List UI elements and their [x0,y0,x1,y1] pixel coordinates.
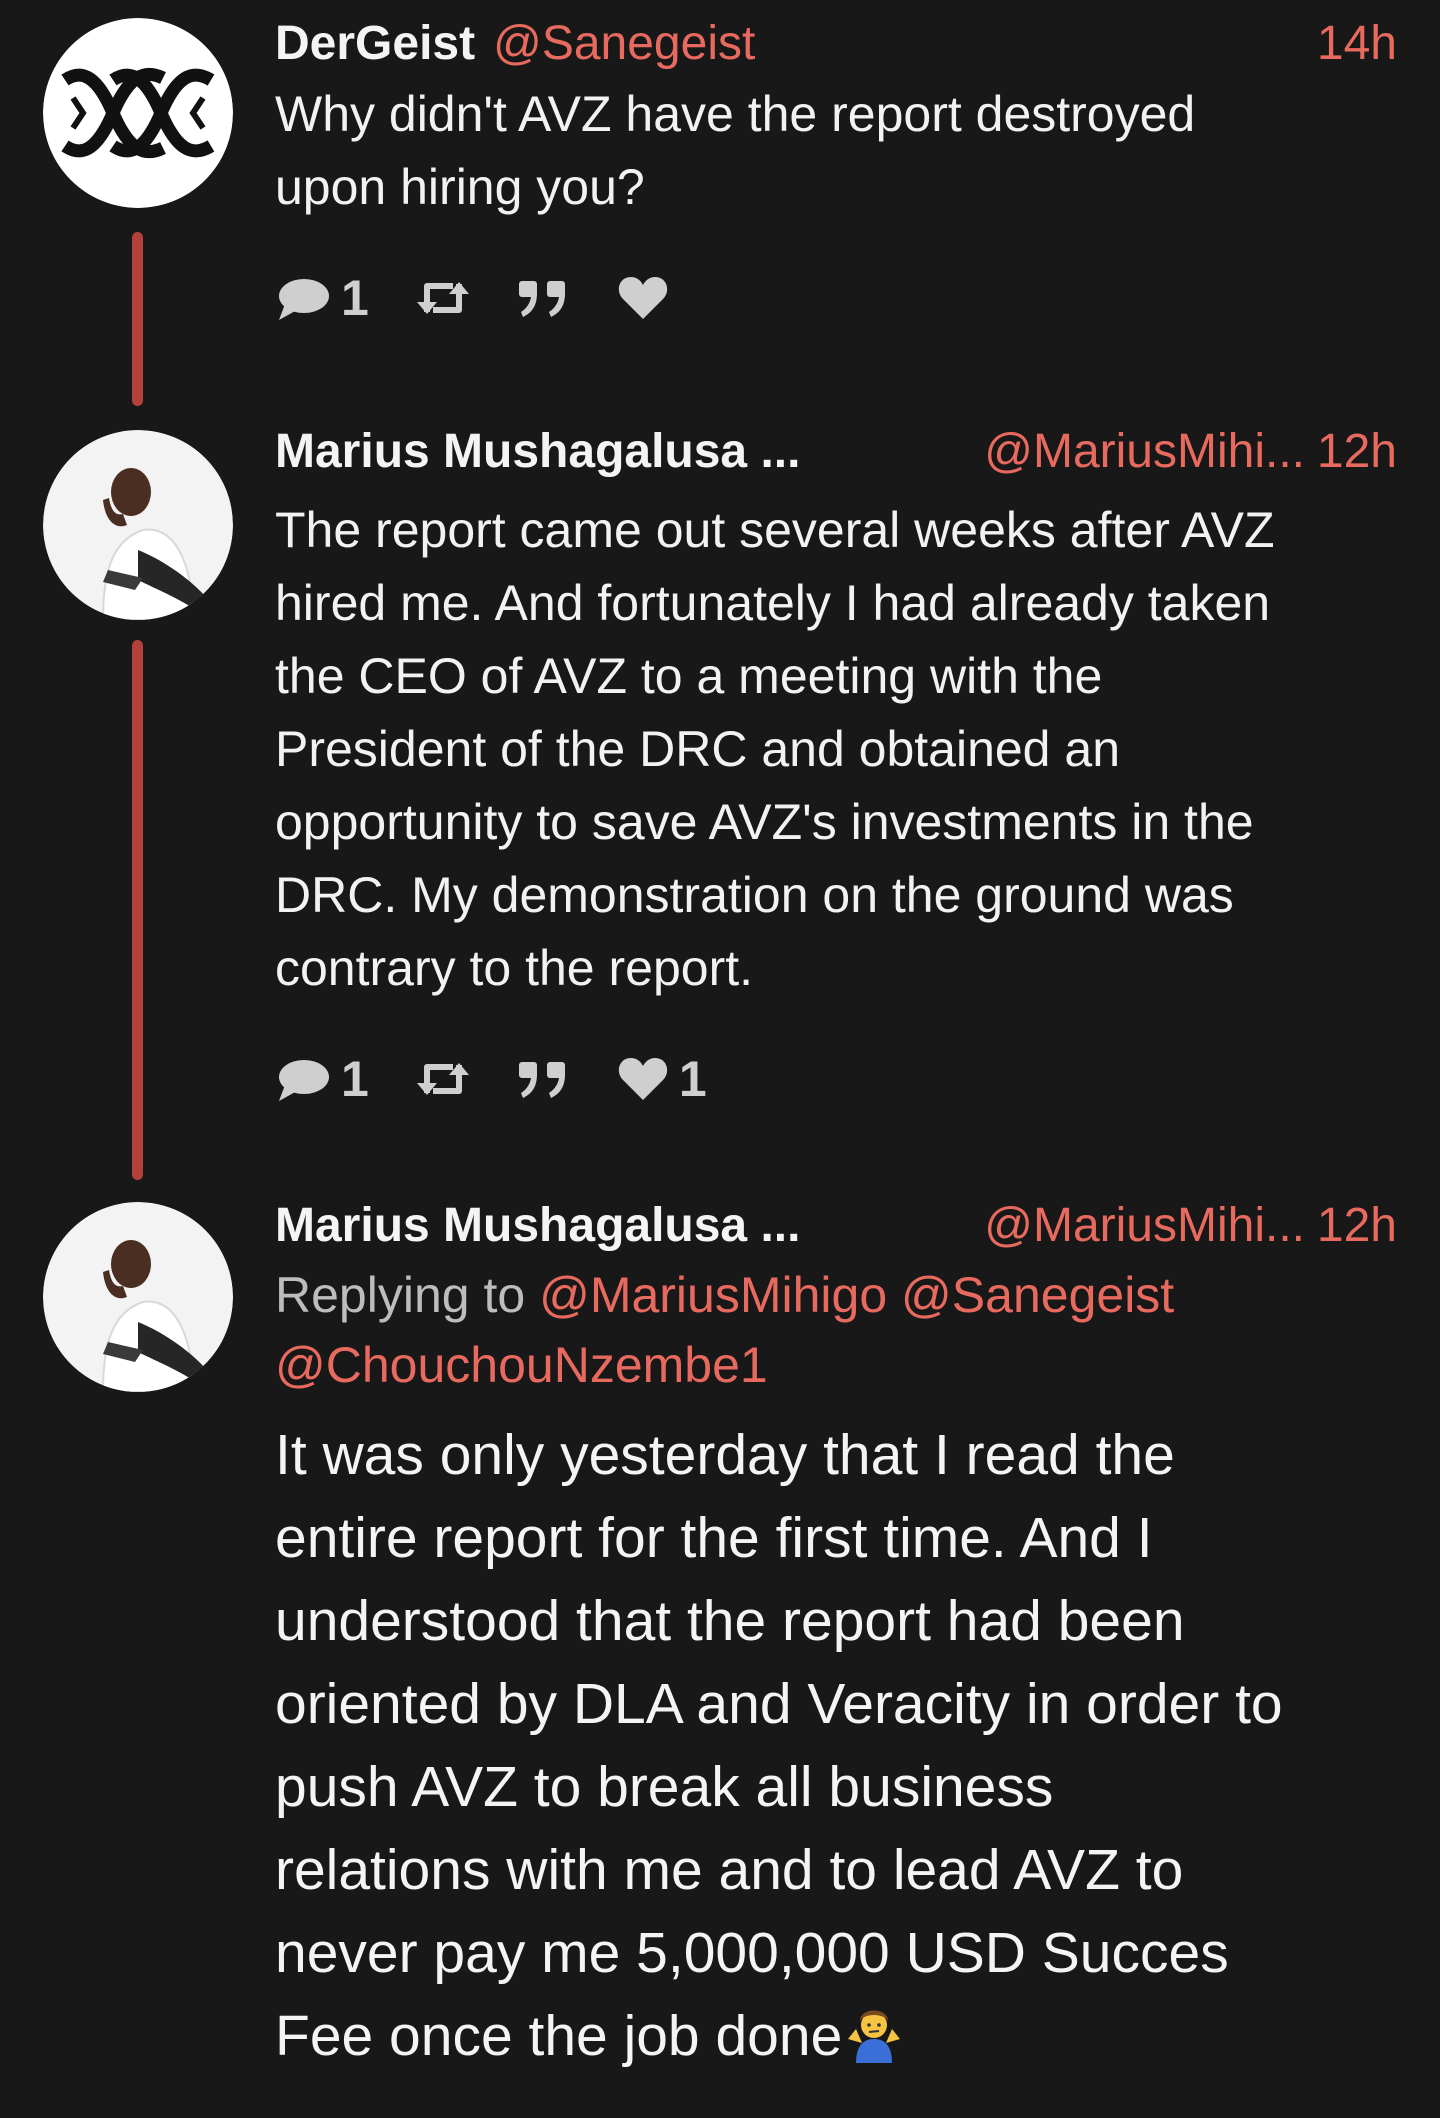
text-line: The report came out several weeks after … [275,502,1275,558]
author-handle[interactable]: @MariusMihi... [984,1196,1305,1256]
reply-button[interactable]: 1 [275,269,369,327]
quote-icon [518,1062,565,1098]
mention-link[interactable]: @ChouchouNzembe1 [275,1337,768,1393]
avatar-marius[interactable] [43,1202,233,1392]
text-line: understood that the report had been [275,1589,1185,1653]
avatar-dergeist[interactable] [43,18,233,208]
thread-line [132,640,143,1180]
author-name[interactable]: Marius Mushagalusa ... [275,1199,800,1252]
profile-photo-icon [43,430,233,620]
reply-icon [279,279,329,320]
author-handle[interactable]: @MariusMihi... [984,422,1305,482]
avatar-marius[interactable] [43,430,233,620]
retweet-button[interactable] [415,276,471,320]
abc-logo-icon [43,18,233,208]
quote-button[interactable] [517,1058,571,1100]
heart-icon [618,1058,667,1100]
text-line: President of the DRC and obtained an [275,721,1120,777]
text-line: hired me. And fortunately I had already … [275,575,1271,631]
quote-button[interactable] [517,277,571,319]
like-button[interactable]: 1 [617,1050,707,1108]
author-handle[interactable]: @Sanegeist [493,17,755,70]
reply-count: 1 [341,270,369,326]
retweet-icon [416,1063,469,1095]
author-name[interactable]: Marius Mushagalusa ... [275,425,800,478]
text-line: push AVZ to break all business [275,1755,1054,1819]
thread-line [132,232,143,406]
heart-icon [618,277,667,319]
reply-button[interactable]: 1 [275,1050,369,1108]
text-line: relations with me and to lead AVZ to [275,1838,1184,1902]
text-line: the CEO of AVZ to a meeting with the [275,648,1103,704]
like-count: 1 [678,1051,707,1107]
timestamp[interactable]: 14h [1317,14,1397,74]
like-button[interactable] [617,275,679,321]
text-line: never pay me 5,000,000 USD Succes [275,1921,1229,1985]
retweet-button[interactable] [415,1057,471,1101]
action-bar: 1 [275,1049,1397,1109]
profile-photo-icon [43,1202,233,1392]
timestamp[interactable]: 12h [1317,422,1397,482]
reply-icon [279,1060,329,1101]
tweet-text: It was only yesterday that I read the en… [275,1414,1397,2086]
text-line: entire report for the first time. And I [275,1506,1153,1570]
person-shrugging-icon [842,1999,906,2086]
retweet-icon [416,282,469,314]
tweet-text: The report came out several weeks after … [275,494,1397,1005]
quote-icon [518,281,565,317]
text-line: Why didn't AVZ have the report destroyed [275,86,1196,142]
replying-to: Replying to @MariusMihigo @Sanegeist @Ch… [275,1260,1397,1400]
mention-link[interactable]: @MariusMihigo [539,1267,887,1323]
text-line: oriented by DLA and Veracity in order to [275,1672,1283,1736]
author-name[interactable]: DerGeist [275,17,475,70]
text-line: Fee once the job done [275,2004,843,2068]
tweet-text: Why didn't AVZ have the report destroyed… [275,78,1397,224]
action-bar: 1 [275,268,1397,328]
text-line: opportunity to save AVZ's investments in… [275,794,1254,850]
timestamp[interactable]: 12h [1317,1196,1397,1256]
text-line: contrary to the report. [275,940,754,996]
text-line: DRC. My demonstration on the ground was [275,867,1234,923]
text-line: It was only yesterday that I read the [275,1423,1175,1487]
replying-prefix: Replying to [275,1267,526,1323]
text-line: upon hiring you? [275,159,645,215]
mention-link[interactable]: @Sanegeist [901,1267,1174,1323]
reply-count: 1 [341,1051,369,1107]
